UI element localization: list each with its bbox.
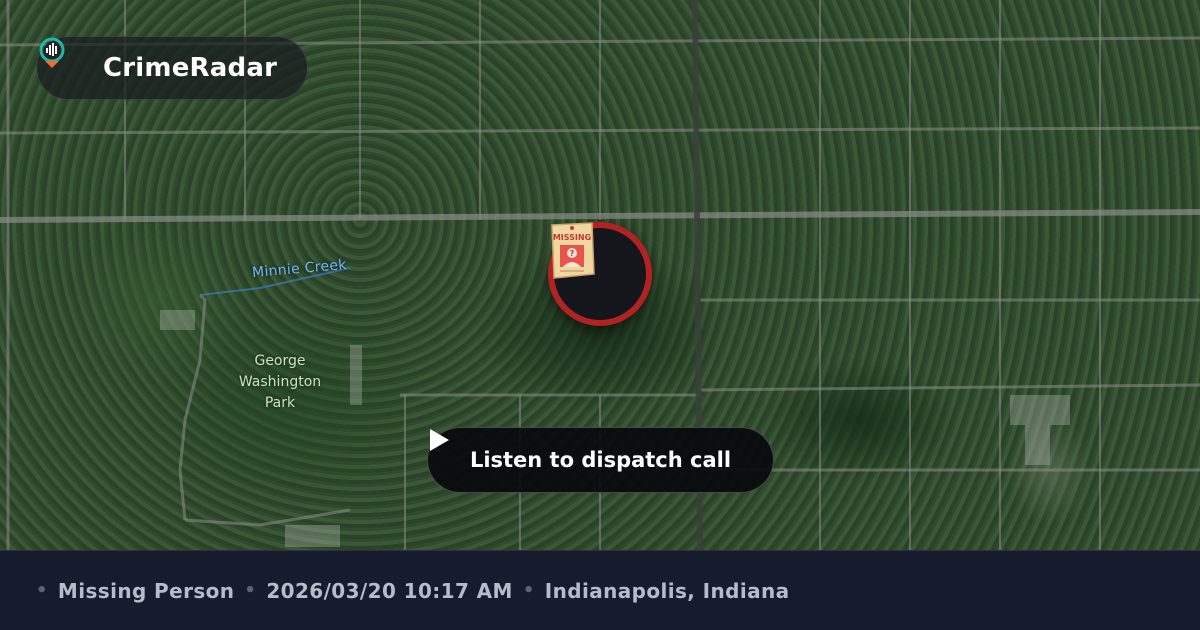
play-icon <box>430 429 449 451</box>
incident-datetime: 2026/03/20 10:17 AM <box>266 578 513 603</box>
listen-dispatch-button[interactable]: Listen to dispatch call <box>427 427 774 493</box>
incident-type: Missing Person <box>57 578 235 603</box>
incident-marker[interactable]: MISSING ? <box>548 222 652 326</box>
listen-label: Listen to dispatch call <box>469 448 732 472</box>
poster-text: MISSING <box>553 233 591 242</box>
radar-pin-icon <box>39 37 87 84</box>
app-name: CrimeRadar <box>103 53 278 83</box>
separator-dot: • <box>36 580 48 601</box>
incident-location: Indianapolis, Indiana <box>544 578 790 603</box>
svg-text:?: ? <box>570 249 575 258</box>
satellite-map[interactable]: Minnie Creek George Washington Park Crim… <box>0 0 1200 550</box>
park-label: George Washington Park <box>238 353 322 411</box>
brand-badge[interactable]: CrimeRadar <box>36 36 308 100</box>
missing-poster-icon: MISSING ? <box>551 222 595 279</box>
incident-footer: • Missing Person • 2026/03/20 10:17 AM •… <box>0 550 1200 630</box>
separator-dot: • <box>244 580 257 601</box>
separator-dot: • <box>522 580 535 601</box>
